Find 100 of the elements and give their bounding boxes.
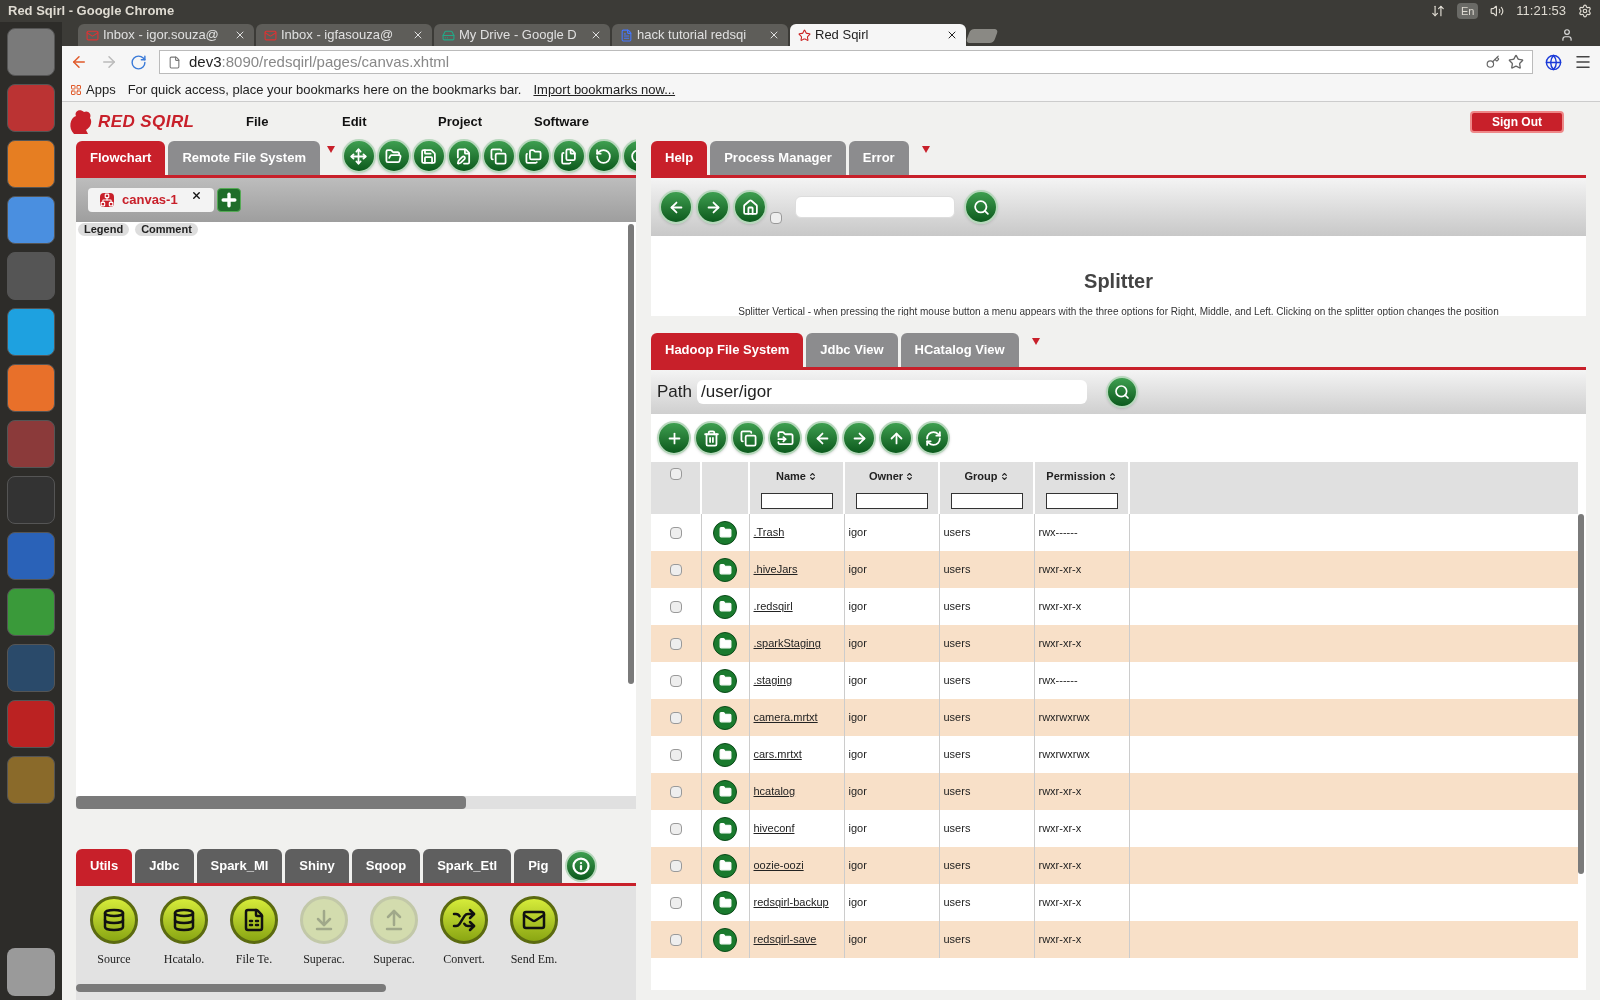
- tab[interactable]: Shiny: [285, 849, 349, 883]
- apps-link[interactable]: Apps: [70, 79, 116, 100]
- column-header[interactable]: Permission: [1046, 468, 1117, 485]
- canvas-tab[interactable]: canvas-1: [88, 188, 214, 212]
- group-cell: users: [943, 933, 971, 946]
- url-text: dev3:8090/redsqirl/pages/canvas.xhtml: [189, 51, 450, 72]
- group-cell: users: [943, 526, 971, 539]
- column-header[interactable]: Name: [776, 468, 817, 485]
- browser-tab[interactable]: Inbox - igfasouza@: [256, 24, 432, 46]
- owner-cell: igor: [848, 711, 867, 724]
- palette-item-label: File Te.: [235, 951, 273, 968]
- table-row[interactable]: hcatalog igor users rwxr-xr-x: [651, 773, 1578, 810]
- owner-cell: igor: [848, 674, 867, 687]
- table-row[interactable]: cars.mrtxt igor users rwxrwxrwx: [651, 736, 1578, 773]
- owner-cell: igor: [848, 822, 867, 835]
- owner-cell: igor: [848, 600, 867, 613]
- path-label: Path: [657, 381, 692, 404]
- file-name-link[interactable]: hcatalog: [753, 785, 796, 798]
- menu-item[interactable]: Edit: [342, 112, 438, 132]
- group-cell: users: [943, 600, 971, 613]
- file-name-link[interactable]: hiveconf: [753, 822, 795, 835]
- palette-item-label: Convert.: [443, 951, 485, 968]
- permission-cell: rwxr-xr-x: [1038, 896, 1082, 909]
- address-bar[interactable]: dev3:8090/redsqirl/pages/canvas.xhtml: [159, 50, 1533, 74]
- menu-item[interactable]: File: [246, 112, 342, 132]
- import-bookmarks-link[interactable]: Import bookmarks now...: [533, 79, 676, 100]
- group-cell: users: [943, 637, 971, 650]
- table-row[interactable]: .redsqirl igor users rwxr-xr-x: [651, 588, 1578, 625]
- browser-tab[interactable]: hack tutorial redsqi: [612, 24, 788, 46]
- file-name-link[interactable]: .Trash: [753, 526, 785, 539]
- browser-tab[interactable]: Inbox - igor.souza@: [78, 24, 254, 46]
- tab[interactable]: Sqoop: [351, 849, 421, 883]
- table-row[interactable]: redsqirl-save igor users rwxr-xr-x: [651, 921, 1578, 958]
- file-name-link[interactable]: redsqirl-backup: [753, 896, 829, 909]
- table-row[interactable]: .sparkStaging igor users rwxr-xr-x: [651, 625, 1578, 662]
- table-row[interactable]: camera.mrtxt igor users rwxrwxrwx: [651, 699, 1578, 736]
- owner-cell: igor: [848, 526, 867, 539]
- clock[interactable]: 11:21:53: [1516, 1, 1566, 21]
- file-name-link[interactable]: .redsqirl: [753, 600, 793, 613]
- permission-cell: rwxrwxrwx: [1038, 748, 1090, 761]
- tab-title: Inbox - igor.souza@: [103, 26, 219, 45]
- tab[interactable]: Hadoop File System: [651, 333, 804, 367]
- legend-button[interactable]: Comment: [135, 223, 198, 236]
- permission-cell: rwx------: [1038, 526, 1078, 539]
- menu-item[interactable]: Software: [534, 112, 630, 132]
- file-name-link[interactable]: camera.mrtxt: [753, 711, 818, 724]
- tab[interactable]: Jdbc: [135, 849, 194, 883]
- palette-item-label: Superac.: [303, 951, 345, 968]
- path-field[interactable]: /user/igor: [697, 380, 1087, 404]
- file-name-link[interactable]: redsqirl-save: [753, 933, 817, 946]
- palette-item-label: Hcatalo.: [163, 951, 205, 968]
- group-cell: users: [943, 896, 971, 909]
- tab-title: Red Sqirl: [815, 26, 869, 45]
- file-name-link[interactable]: .hiveJars: [753, 563, 798, 576]
- permission-cell: rwxr-xr-x: [1038, 785, 1082, 798]
- tab[interactable]: Utils: [76, 849, 133, 883]
- group-cell: users: [943, 711, 971, 724]
- owner-cell: igor: [848, 563, 867, 576]
- column-header[interactable]: Owner: [868, 468, 915, 485]
- table-row[interactable]: hiveconf igor users rwxr-xr-x: [651, 810, 1578, 847]
- tab[interactable]: Help: [651, 141, 708, 175]
- file-name-link[interactable]: cars.mrtxt: [753, 748, 802, 761]
- browser-tab[interactable]: My Drive - Google D: [434, 24, 610, 46]
- menu-item[interactable]: Project: [438, 112, 534, 132]
- tab[interactable]: Spark_Etl: [423, 849, 512, 883]
- language-indicator[interactable]: En: [1456, 2, 1479, 20]
- group-cell: users: [943, 785, 971, 798]
- logo: RED SQIRL: [68, 108, 210, 136]
- group-cell: users: [943, 674, 971, 687]
- owner-cell: igor: [848, 637, 867, 650]
- column-header[interactable]: Group: [964, 468, 1009, 485]
- group-cell: users: [943, 563, 971, 576]
- canvas[interactable]: Legend Comment: [76, 222, 636, 796]
- file-name-link[interactable]: oozie-oozi: [753, 859, 804, 872]
- group-cell: users: [943, 822, 971, 835]
- table-row[interactable]: .hiveJars igor users rwxr-xr-x: [651, 551, 1578, 588]
- table-row[interactable]: .Trash igor users rwx------: [651, 514, 1578, 551]
- owner-cell: igor: [848, 785, 867, 798]
- legend-button[interactable]: Legend: [78, 223, 130, 236]
- palette-item-label: Source: [97, 951, 131, 968]
- table-row[interactable]: oozie-oozi igor users rwxr-xr-x: [651, 847, 1578, 884]
- owner-cell: igor: [848, 933, 867, 946]
- table-row[interactable]: redsqirl-backup igor users rwxr-xr-x: [651, 884, 1578, 921]
- group-cell: users: [943, 748, 971, 761]
- bookmarks-hint: For quick access, place your bookmarks here on the bookmarks bar.: [127, 80, 522, 99]
- permission-cell: rwxr-xr-x: [1038, 600, 1082, 613]
- tab-title: My Drive - Google D: [459, 26, 577, 45]
- tab[interactable]: Spark_Ml: [196, 849, 283, 883]
- tab[interactable]: Flowchart: [76, 141, 166, 175]
- tab[interactable]: Pig: [514, 849, 563, 883]
- permission-cell: rwxr-xr-x: [1038, 933, 1082, 946]
- sign-out-button[interactable]: Sign Out: [1470, 111, 1564, 133]
- permission-cell: rwxrwxrwx: [1038, 711, 1090, 724]
- group-cell: users: [943, 859, 971, 872]
- file-name-link[interactable]: .staging: [753, 674, 793, 687]
- table-row[interactable]: .staging igor users rwx------: [651, 662, 1578, 699]
- browser-tab[interactable]: Red Sqirl: [790, 24, 966, 46]
- permission-cell: rwxr-xr-x: [1038, 637, 1082, 650]
- tab-title: Inbox - igfasouza@: [281, 26, 394, 45]
- file-name-link[interactable]: .sparkStaging: [753, 637, 821, 650]
